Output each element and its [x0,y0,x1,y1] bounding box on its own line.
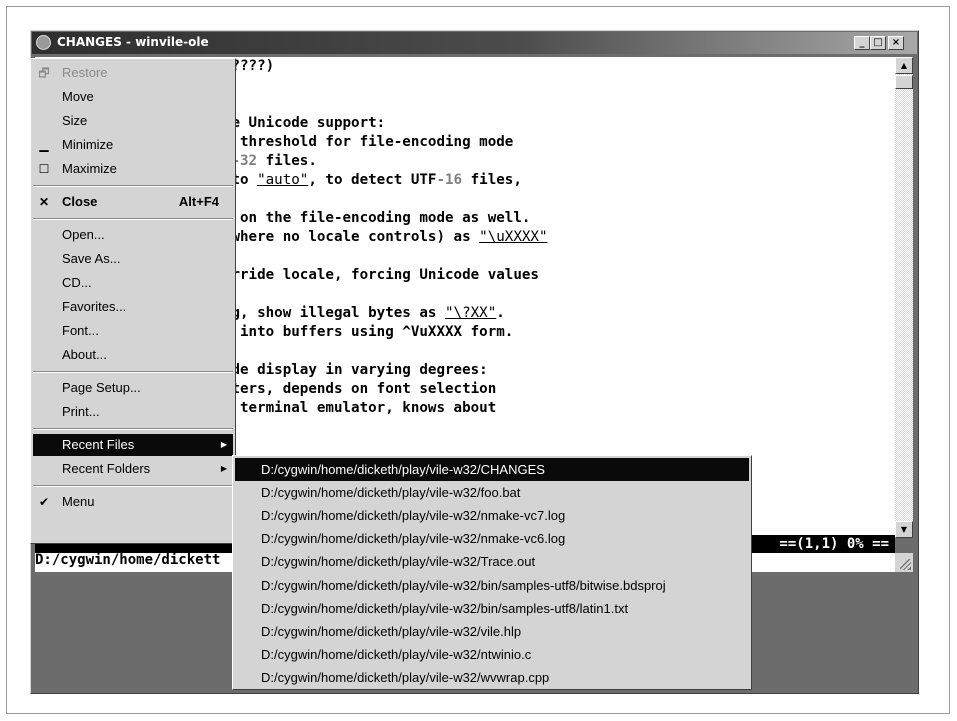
submenu-arrow-icon: ▶ [220,464,227,473]
menu-item-recent-folders[interactable]: Recent Folders ▶ [33,458,233,480]
scroll-up-button[interactable]: ▲ [895,57,913,74]
menu-item-about[interactable]: About... [33,344,233,366]
menu-item-label: Page Setup... [62,380,141,395]
command-line-text: D:/cygwin/home/dickett [35,553,221,568]
recent-file-item[interactable]: D:/cygwin/home/dicketh/play/vile-w32/nma… [235,527,749,550]
recent-file-item[interactable]: D:/cygwin/home/dicketh/play/vile-w32/wvw… [235,666,749,689]
menu-item-favorites[interactable]: Favorites... [33,296,233,318]
recent-files-submenu: D:/cygwin/home/dicketh/play/vile-w32/CHA… [232,455,752,690]
recent-file-item[interactable]: D:/cygwin/home/dicketh/play/vile-w32/bin… [235,597,749,620]
recent-file-item[interactable]: D:/cygwin/home/dicketh/play/vile-w32/vil… [235,620,749,643]
menu-item-save-as[interactable]: Save As... [33,248,233,270]
close-icon: ✕ [38,195,50,209]
app-icon[interactable] [36,35,51,50]
number-token: -16 [436,172,463,188]
recent-file-path: D:/cygwin/home/dicketh/play/vile-w32/Tra… [261,554,536,570]
menu-item-menu[interactable]: ✔ Menu [33,491,233,513]
recent-file-path: D:/cygwin/home/dicketh/play/vile-w32/nma… [261,508,566,524]
recent-file-item[interactable]: D:/cygwin/home/dicketh/play/vile-w32/ntw… [235,643,749,666]
menu-item-label: Open... [62,227,105,242]
quoted-string: "auto" [257,172,309,188]
menu-item-cd[interactable]: CD... [33,272,233,294]
menu-item-label: Move [62,89,94,104]
menu-separator [33,185,233,187]
menu-item-minimize[interactable]: ▁ Minimize [33,134,233,156]
recent-file-path: D:/cygwin/home/dicketh/play/vile-w32/bin… [261,600,629,616]
scroll-thumb[interactable] [895,75,913,89]
menu-item-size[interactable]: Size [33,110,233,132]
close-button[interactable]: × [888,36,904,50]
quoted-string: "\uXXXX" [479,229,548,245]
text-token: files, [462,172,522,188]
cursor-position: ==(1,1) 0% == [779,536,889,552]
menu-item-label: Restore [62,65,108,80]
scroll-down-button[interactable]: ▼ [895,521,913,538]
text-token: files. [257,153,317,169]
recent-file-item[interactable]: D:/cygwin/home/dicketh/play/vile-w32/foo… [235,481,749,504]
recent-file-path: D:/cygwin/home/dicketh/play/vile-w32/foo… [261,485,521,501]
checkmark-icon: ✔ [38,495,50,509]
menu-item-label: Close [62,194,98,209]
submenu-arrow-icon: ▶ [220,440,227,449]
menu-item-label: Minimize [62,137,114,152]
menu-item-page-setup[interactable]: Page Setup... [33,377,233,399]
maximize-icon: ☐ [38,162,50,176]
menu-item-label: Menu [62,494,95,509]
menu-separator [33,428,233,430]
menu-item-label: Maximize [62,161,117,176]
text-token: , to detect [308,172,411,188]
menu-item-shortcut: Alt+F4 [178,194,219,209]
resize-grip-icon [900,559,911,570]
menu-item-label: About... [62,347,107,362]
menu-item-label: Save As... [62,251,121,266]
menu-separator [33,485,233,487]
maximize-button[interactable]: □ [870,36,886,50]
menu-item-restore[interactable]: 🗗 Restore [33,62,233,84]
recent-file-path: D:/cygwin/home/dicketh/play/vile-w32/wvw… [261,669,550,685]
vertical-scrollbar[interactable]: ▲ ▼ [895,57,913,538]
recent-file-path: D:/cygwin/home/dicketh/play/vile-w32/nma… [261,531,566,547]
menu-item-label: Font... [62,323,99,338]
resize-grip[interactable] [895,553,913,572]
minimize-button[interactable]: _ [854,36,870,50]
text-token: UTF [410,172,437,188]
menu-separator [33,371,233,373]
menu-item-close[interactable]: ✕ Close Alt+F4 [33,191,233,213]
recent-file-path: D:/cygwin/home/dicketh/play/vile-w32/bin… [261,577,666,593]
recent-file-path: D:/cygwin/home/dicketh/play/vile-w32/vil… [261,623,522,639]
window-title: CHANGES - winvile-ole [57,35,209,49]
text-token: . [496,305,505,321]
recent-file-item[interactable]: D:/cygwin/home/dicketh/play/vile-w32/Tra… [235,550,749,573]
quoted-string: "\?XX" [445,305,497,321]
menu-item-recent-files[interactable]: Recent Files ▶ [33,434,233,456]
minimize-icon: ▁ [39,138,49,152]
recent-file-item[interactable]: D:/cygwin/home/dicketh/play/vile-w32/nma… [235,504,749,527]
menu-item-font[interactable]: Font... [33,320,233,342]
menu-item-label: Recent Folders [62,461,151,476]
menu-item-move[interactable]: Move [33,86,233,108]
menu-item-maximize[interactable]: ☐ Maximize [33,158,233,180]
system-menu: 🗗 Restore Move Size ▁ Minimize ☐ Maximize ✕ Close… [30,58,236,544]
recent-file-path: D:/cygwin/home/dicketh/play/vile-w32/CHA… [261,462,545,477]
recent-file-item[interactable]: D:/cygwin/home/dicketh/play/vile-w32/bin… [235,574,749,597]
recent-file-path: D:/cygwin/home/dicketh/play/vile-w32/ntw… [261,646,532,662]
recent-file-item[interactable]: D:/cygwin/home/dicketh/play/vile-w32/CHA… [235,458,749,481]
title-bar[interactable]: CHANGES - winvile-ole _ □ × [32,32,917,54]
menu-item-label: CD... [62,275,92,290]
menu-item-label: Size [62,113,88,128]
menu-item-print[interactable]: Print... [33,401,233,423]
menu-item-open[interactable]: Open... [33,224,233,246]
menu-item-label: Print... [62,404,100,419]
menu-item-label: Recent Files [62,437,135,452]
menu-item-label: Favorites... [62,299,127,314]
restore-icon: 🗗 [38,66,50,80]
menu-separator [33,218,233,220]
